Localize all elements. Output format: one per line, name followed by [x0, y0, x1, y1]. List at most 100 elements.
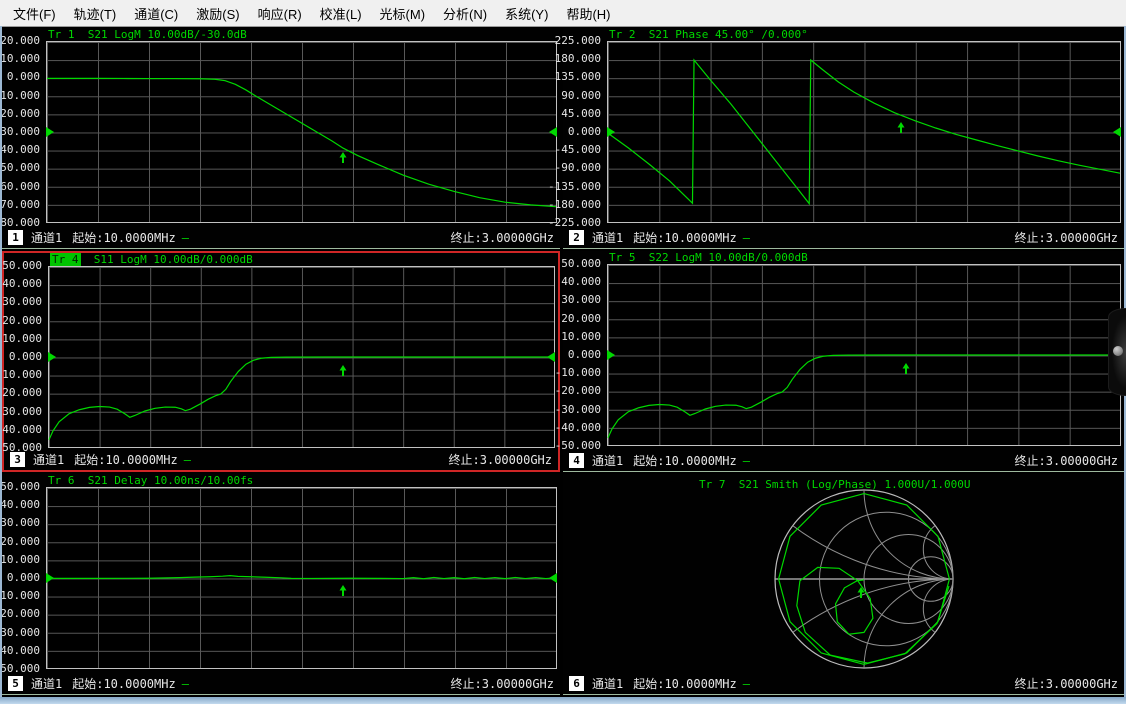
menu-item-analysis[interactable]: 分析(N) — [434, 1, 496, 26]
sweep-indicator: — — [743, 677, 750, 691]
trace-label: Tr 1 — [48, 28, 75, 41]
window-border-left — [0, 26, 2, 704]
marker-arrow[interactable] — [902, 359, 910, 370]
y-tick-label: 30.000 — [0, 516, 40, 529]
y-tick-label: -30.000 — [0, 125, 40, 138]
y-tick-label: 40.000 — [0, 498, 40, 511]
plot-area — [46, 41, 557, 223]
trace-label: Tr 2 — [609, 28, 636, 41]
y-tick-label: 40.000 — [561, 275, 601, 288]
window-number-badge: 1 — [8, 230, 23, 245]
marker-arrow[interactable] — [339, 148, 347, 159]
ref-level-arrow-left[interactable] — [46, 127, 54, 137]
trace-header: Tr 1 S21 LogM 10.00dB/-30.0dB — [48, 28, 247, 41]
y-tick-label: -20.000 — [0, 607, 40, 620]
trace-measure-label: S21 LogM 10.00dB/-30.0dB — [75, 28, 247, 41]
y-axis-labels: 225.000180.000135.00090.00045.0000.000-4… — [563, 41, 604, 223]
trace-plot — [47, 42, 556, 222]
menu-item-file[interactable]: 文件(F) — [4, 1, 65, 26]
channel-status-bar: 3 通道1 起始:10.0000MHz — 终止:3.00000GHz — [4, 449, 558, 470]
y-tick-label: 10.000 — [0, 52, 40, 65]
menu-item-trace[interactable]: 轨迹(T) — [65, 1, 126, 26]
ref-level-arrow-left[interactable] — [607, 127, 615, 137]
ref-level-arrow-right[interactable] — [547, 352, 555, 362]
menu-item-system[interactable]: 系统(Y) — [496, 1, 557, 26]
trace-header: Tr 7 S21 Smith (Log/Phase) 1.000U/1.000U — [699, 478, 971, 491]
y-tick-label: -90.000 — [555, 161, 601, 174]
panel-tr2-s21-phase[interactable]: Tr 2 S21 Phase 45.00° /0.000° 225.000180… — [563, 28, 1124, 249]
y-tick-label: -40.000 — [0, 423, 42, 436]
sweep-indicator: — — [182, 231, 189, 245]
sweep-indicator: — — [184, 453, 191, 467]
ref-level-arrow-left[interactable] — [48, 352, 56, 362]
start-frequency: 起始:10.0000MHz — [72, 229, 175, 246]
channel-status-bar: 2 通道1 起始:10.0000MHz — 终止:3.00000GHz — [563, 227, 1124, 248]
ref-level-arrow-right[interactable] — [549, 127, 557, 137]
y-tick-label: 50.000 — [0, 480, 40, 493]
panel-tr4-s11-logm-selected[interactable]: Tr 4 S11 LogM 10.00dB/0.000dB 50.000 40.0… — [2, 251, 560, 472]
ref-level-arrow-left[interactable] — [607, 350, 615, 360]
trace-line — [608, 60, 1120, 204]
marker-arrow[interactable] — [339, 361, 347, 372]
stop-frequency: 终止:3.00000GHz — [1015, 229, 1118, 246]
start-frequency: 起始:10.0000MHz — [633, 452, 736, 469]
menu-item-help[interactable]: 帮助(H) — [557, 1, 619, 26]
sidebar-slide-handle[interactable] — [1108, 308, 1126, 396]
ref-level-arrow-right[interactable] — [549, 573, 557, 583]
y-axis-labels: 50.00040.00030.00020.00010.0000.000-10.0… — [4, 266, 45, 448]
y-tick-label: -20.000 — [0, 386, 42, 399]
y-axis-labels: 20.00010.0000.000-10.000-20.000-30.000-4… — [2, 41, 43, 223]
y-tick-label: -30.000 — [0, 405, 42, 418]
marker-arrow[interactable] — [897, 118, 905, 129]
y-tick-label: -70.000 — [0, 198, 40, 211]
menu-item-response[interactable]: 响应(R) — [249, 1, 311, 26]
y-tick-label: -30.000 — [0, 626, 40, 639]
y-tick-label: -30.000 — [555, 403, 601, 416]
y-tick-label: -10.000 — [555, 366, 601, 379]
marker-arrow[interactable] — [857, 583, 865, 594]
menu-item-marker[interactable]: 光标(M) — [371, 1, 435, 26]
sweep-indicator: — — [743, 231, 750, 245]
y-tick-label: 30.000 — [2, 295, 42, 308]
panel-tr1-s21-logm[interactable]: Tr 1 S21 LogM 10.00dB/-30.0dB 20.00010.0… — [2, 28, 560, 249]
start-frequency: 起始:10.0000MHz — [633, 229, 736, 246]
y-tick-label: -40.000 — [555, 421, 601, 434]
y-tick-label: 20.000 — [561, 312, 601, 325]
menu-item-cal[interactable]: 校准(L) — [311, 1, 371, 26]
y-tick-label: -135.000 — [548, 180, 601, 193]
trace-measure-label: S21 Phase 45.00° /0.000° — [636, 28, 808, 41]
channel-label: 通道1 — [33, 451, 64, 468]
y-tick-label: -40.000 — [0, 143, 40, 156]
y-tick-label: 0.000 — [9, 350, 42, 363]
trace-label: Tr 7 — [699, 478, 726, 491]
channel-label: 通道1 — [592, 675, 623, 692]
ref-level-arrow-right[interactable] — [1113, 127, 1121, 137]
y-tick-label: 50.000 — [2, 259, 42, 272]
y-tick-label: 135.000 — [555, 70, 601, 83]
y-tick-label: 10.000 — [561, 330, 601, 343]
active-trace-label[interactable]: Tr 4 — [50, 253, 81, 266]
stop-frequency: 终止:3.00000GHz — [449, 451, 552, 468]
stop-frequency: 终止:3.00000GHz — [451, 229, 554, 246]
channel-label: 通道1 — [592, 452, 623, 469]
trace-header: Tr 5 S22 LogM 10.00dB/0.000dB — [609, 251, 808, 264]
marker-arrow[interactable] — [339, 581, 347, 592]
start-frequency: 起始:10.0000MHz — [74, 451, 177, 468]
menu-item-channel[interactable]: 通道(C) — [125, 1, 187, 26]
panel-tr7-s21-smith[interactable]: Tr 7 S21 Smith (Log/Phase) 1.000U/1.000U… — [563, 474, 1124, 695]
stop-frequency: 终止:3.00000GHz — [1015, 452, 1118, 469]
y-tick-label: -180.000 — [548, 198, 601, 211]
trace-measure-label: S11 LogM 10.00dB/0.000dB — [81, 253, 253, 266]
y-tick-label: 40.000 — [2, 277, 42, 290]
sweep-indicator: — — [182, 677, 189, 691]
panel-tr5-s22-logm[interactable]: Tr 5 S22 LogM 10.00dB/0.000dB 50.000 40.0… — [563, 251, 1124, 472]
y-tick-label: 0.000 — [7, 70, 40, 83]
y-tick-label: 225.000 — [555, 34, 601, 47]
ref-level-arrow-left[interactable] — [46, 573, 54, 583]
y-tick-label: 50.000 — [561, 257, 601, 270]
menu-item-stimulus[interactable]: 激励(S) — [187, 1, 248, 26]
panel-tr6-s21-delay[interactable]: Tr 6 S21 Delay 10.00ns/10.00fs 50.00040.… — [2, 474, 560, 695]
y-tick-label: -40.000 — [0, 644, 40, 657]
trace-header: Tr 2 S21 Phase 45.00° /0.000° — [609, 28, 808, 41]
y-tick-label: 30.000 — [561, 293, 601, 306]
